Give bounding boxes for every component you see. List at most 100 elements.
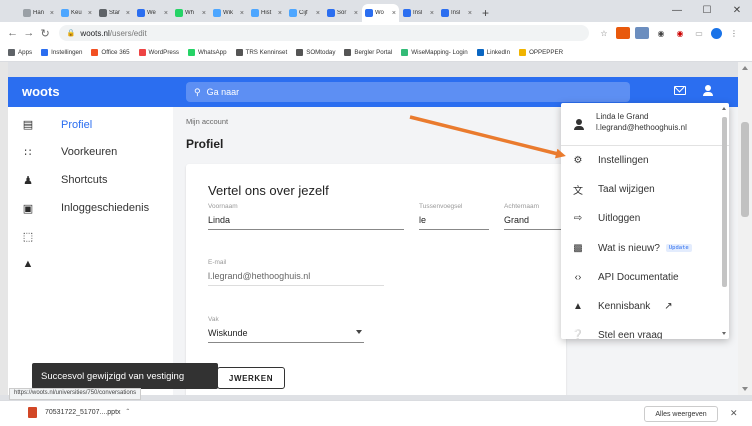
scroll-thumb[interactable] [741, 122, 749, 217]
bookmark-item[interactable]: LinkedIn [476, 49, 510, 56]
search-icon: ⚲ [194, 86, 201, 97]
bookmark-item[interactable]: Apps [8, 49, 32, 56]
profile-card-icon[interactable]: ▤ [21, 117, 35, 131]
url-input[interactable]: 🔒 woots.nl/users/edit [58, 25, 589, 41]
tab-close-icon[interactable]: × [278, 10, 282, 17]
browser-tab[interactable]: Star × [96, 4, 133, 22]
dropdown-scrollbar[interactable] [722, 107, 728, 335]
browser-tab[interactable]: Han × [20, 4, 57, 22]
subnav-item-inloggeschiedenis[interactable]: Inloggeschiedenis [61, 202, 149, 214]
extension-icon[interactable] [616, 27, 630, 39]
user-menu-icon[interactable] [702, 85, 714, 97]
bookmark-item[interactable]: WordPress [138, 49, 179, 56]
browser-tab[interactable]: Wh × [172, 4, 209, 22]
page-scrollbar[interactable] [738, 62, 752, 395]
grid-icon[interactable]: ∷ [21, 145, 35, 159]
tab-close-icon[interactable]: × [50, 10, 54, 17]
browser-tab[interactable]: Hist × [248, 4, 285, 22]
voornaam-value[interactable]: Linda [208, 215, 404, 230]
mail-icon[interactable] [674, 86, 686, 95]
person-icon[interactable]: ♟ [21, 173, 35, 187]
update-button[interactable]: JWERKEN [217, 367, 285, 389]
achternaam-value[interactable]: Grand [504, 215, 564, 230]
profile-avatar-icon[interactable] [711, 27, 722, 39]
scroll-up-icon[interactable] [722, 107, 726, 110]
menu-item-kennisbank[interactable]: ▲ Kennisbank ↗ [561, 296, 721, 316]
bookmark-item[interactable]: TRS Kenninset [235, 49, 287, 56]
shapes-icon[interactable]: ▲ [21, 257, 35, 271]
folder-icon[interactable]: ▣ [21, 201, 35, 215]
scroll-down-icon[interactable] [742, 387, 748, 391]
scroll-down-icon[interactable] [722, 332, 726, 335]
tab-close-icon[interactable]: × [468, 10, 472, 17]
browser-tab[interactable]: Sor × [324, 4, 361, 22]
bookmark-item[interactable]: OPPEPPER [519, 49, 563, 56]
vak-value[interactable]: Wiskunde [208, 328, 364, 343]
search-input[interactable]: ⚲ Ga naar [186, 82, 630, 102]
tab-close-icon[interactable]: × [88, 10, 92, 17]
extension-icon[interactable] [635, 27, 649, 39]
minimize-icon[interactable]: — [662, 0, 692, 20]
achternaam-field[interactable]: Achternaam Grand [504, 203, 564, 230]
menu-item-instellingen[interactable]: ⚙ Instellingen [561, 150, 721, 170]
tussenvoegsel-value[interactable]: le [419, 215, 489, 230]
menu-item-taal-wijzigen[interactable]: 文 Taal wijzigen [561, 179, 721, 199]
tab-close-icon[interactable]: × [240, 10, 244, 17]
forward-icon[interactable]: → [22, 27, 35, 39]
extension-icon[interactable]: ▭ [692, 27, 706, 39]
tussenvoegsel-field[interactable]: Tussenvoegsel le [419, 203, 489, 230]
menu-item-api-documentatie[interactable]: ‹› API Documentatie [561, 267, 721, 287]
tab-close-icon[interactable]: × [392, 10, 396, 17]
tab-close-icon[interactable]: × [316, 10, 320, 17]
subnav-item-profiel[interactable]: Profiel [61, 119, 92, 131]
browser-tab[interactable]: Wo × [362, 4, 399, 22]
browser-tab[interactable]: Insl × [438, 4, 475, 22]
tab-close-icon[interactable]: × [202, 10, 206, 17]
chevron-up-icon[interactable]: ˆ [127, 408, 130, 417]
close-icon[interactable]: ✕ [730, 408, 738, 419]
subnav-item-voorkeuren[interactable]: Voorkeuren [61, 146, 117, 158]
close-window-icon[interactable]: ✕ [722, 0, 752, 20]
vak-select[interactable]: Vak Wiskunde [208, 316, 364, 343]
show-all-downloads-button[interactable]: Alles weergeven [644, 406, 718, 422]
browser-tab[interactable]: We × [134, 4, 171, 22]
subnav-item-shortcuts[interactable]: Shortcuts [61, 174, 107, 186]
breadcrumb[interactable]: Mijn account [186, 117, 228, 126]
browser-menu-icon[interactable]: ⋮ [727, 27, 741, 39]
extension-icon[interactable]: ◉ [654, 27, 668, 39]
reload-icon[interactable]: ↻ [38, 27, 51, 40]
download-item[interactable]: 70531722_51707....pptx ˆ [28, 407, 129, 418]
bookmark-item[interactable]: WhatsApp [188, 49, 227, 56]
browser-tab[interactable]: Keu × [58, 4, 95, 22]
back-icon[interactable]: ← [6, 27, 19, 39]
help-icon: ❔ [571, 329, 585, 340]
bookmark-item[interactable]: WiseMapping- Login [401, 49, 468, 56]
tab-close-icon[interactable]: × [126, 10, 130, 17]
tab-close-icon[interactable]: × [430, 10, 434, 17]
menu-item-stel-een-vraag[interactable]: ❔ Stel een vraag [561, 325, 721, 340]
bookmark-item[interactable]: Instellingen [41, 49, 82, 56]
extensions-bar: ☆ ◉ ◉ ▭ ⋮ [597, 27, 746, 39]
frame-icon[interactable]: ⬚ [21, 229, 35, 243]
sub-navigation: Profiel Voorkeuren Shortcuts Inloggeschi… [48, 107, 173, 395]
chevron-down-icon [356, 330, 362, 334]
bookmark-star-icon[interactable]: ☆ [597, 27, 611, 39]
browser-tab[interactable]: Wik × [210, 4, 247, 22]
scroll-up-icon[interactable] [742, 66, 748, 70]
new-tab-button[interactable]: + [482, 6, 489, 20]
bookmark-item[interactable]: Office 365 [91, 49, 130, 56]
menu-item-wat-is-nieuw[interactable]: ▩ Wat is nieuw? Update [561, 238, 721, 258]
browser-tab[interactable]: Insl × [400, 4, 437, 22]
woots-logo[interactable]: woots [22, 84, 60, 99]
tab-close-icon[interactable]: × [164, 10, 168, 17]
bookmark-item[interactable]: SOMtoday [296, 49, 335, 56]
extension-icon[interactable]: ◉ [673, 27, 687, 39]
scroll-thumb[interactable] [722, 117, 727, 287]
tab-close-icon[interactable]: × [354, 10, 358, 17]
maximize-icon[interactable]: ☐ [692, 0, 722, 20]
bookmark-favicon-icon [138, 49, 146, 56]
voornaam-field[interactable]: Voornaam Linda [208, 203, 404, 230]
menu-item-uitloggen[interactable]: ⇨ Uitloggen [561, 208, 721, 228]
bookmark-item[interactable]: Bergler Portal [344, 49, 392, 56]
browser-tab[interactable]: Cijf × [286, 4, 323, 22]
